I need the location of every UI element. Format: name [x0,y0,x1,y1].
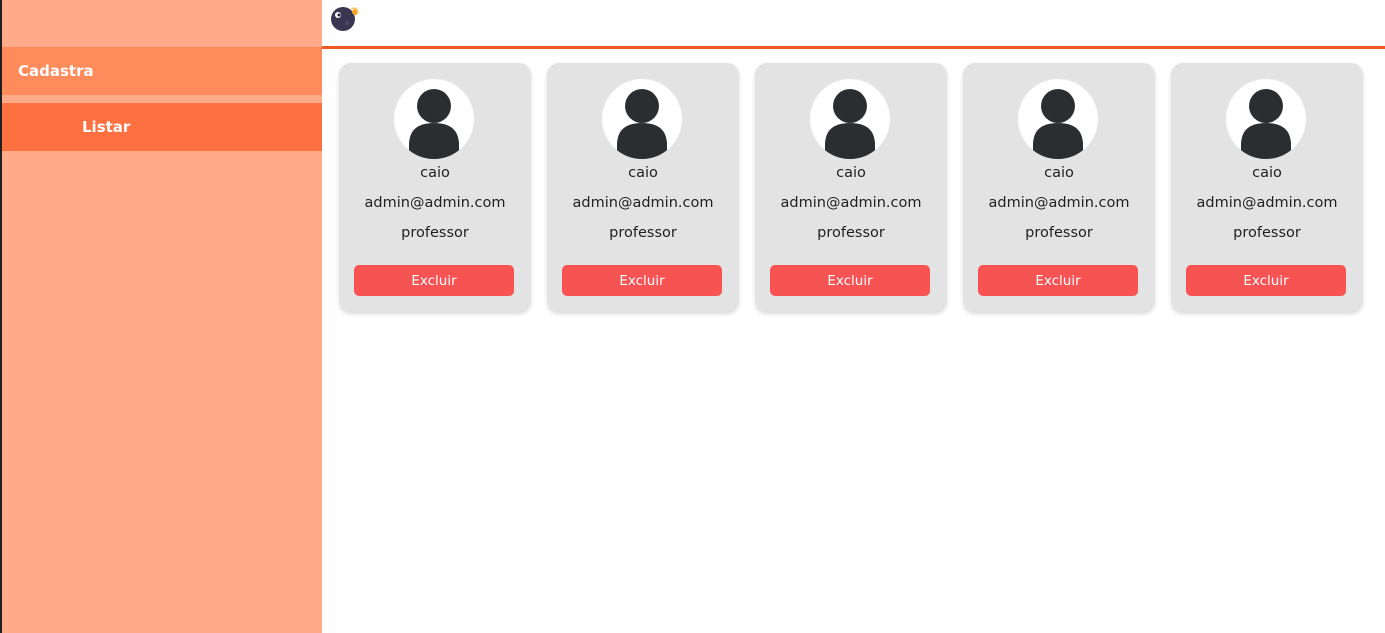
user-card: caio admin@admin.com professor Excluir [1171,63,1363,312]
sidebar-item-listar[interactable]: Listar [2,103,322,151]
app-root: Cadastra Listar caio admin@admin.com pro… [0,0,1385,633]
user-email: admin@admin.com [364,195,506,211]
user-email: admin@admin.com [1196,195,1338,211]
user-email: admin@admin.com [988,195,1130,211]
user-avatar-icon [1226,79,1306,159]
user-name: caio [836,165,866,181]
user-email: admin@admin.com [780,195,922,211]
user-role: professor [401,225,469,241]
user-role: professor [817,225,885,241]
delete-button[interactable]: Excluir [770,265,930,296]
user-avatar-icon [810,79,890,159]
delete-button[interactable]: Excluir [562,265,722,296]
user-card: caio admin@admin.com professor Excluir [339,63,531,312]
user-name: caio [420,165,450,181]
user-role: professor [1025,225,1093,241]
user-card: caio admin@admin.com professor Excluir [963,63,1155,312]
sidebar-item-cadastra[interactable]: Cadastra [2,47,322,95]
user-name: caio [1252,165,1282,181]
sidebar-item-label: Cadastra [18,62,94,80]
user-role: professor [1233,225,1301,241]
user-name: caio [1044,165,1074,181]
delete-button[interactable]: Excluir [1186,265,1346,296]
user-card: caio admin@admin.com professor Excluir [547,63,739,312]
user-avatar-icon [1018,79,1098,159]
user-email: admin@admin.com [572,195,714,211]
delete-button[interactable]: Excluir [354,265,514,296]
sidebar-item-label: Listar [82,118,131,136]
delete-button[interactable]: Excluir [978,265,1138,296]
top-header [322,0,1385,49]
sidebar: Cadastra Listar [2,0,322,633]
user-role: professor [609,225,677,241]
user-avatar-icon [394,79,474,159]
user-card: caio admin@admin.com professor Excluir [755,63,947,312]
moon-planet-logo-icon[interactable] [329,3,361,31]
user-name: caio [628,165,658,181]
user-avatar-icon [602,79,682,159]
